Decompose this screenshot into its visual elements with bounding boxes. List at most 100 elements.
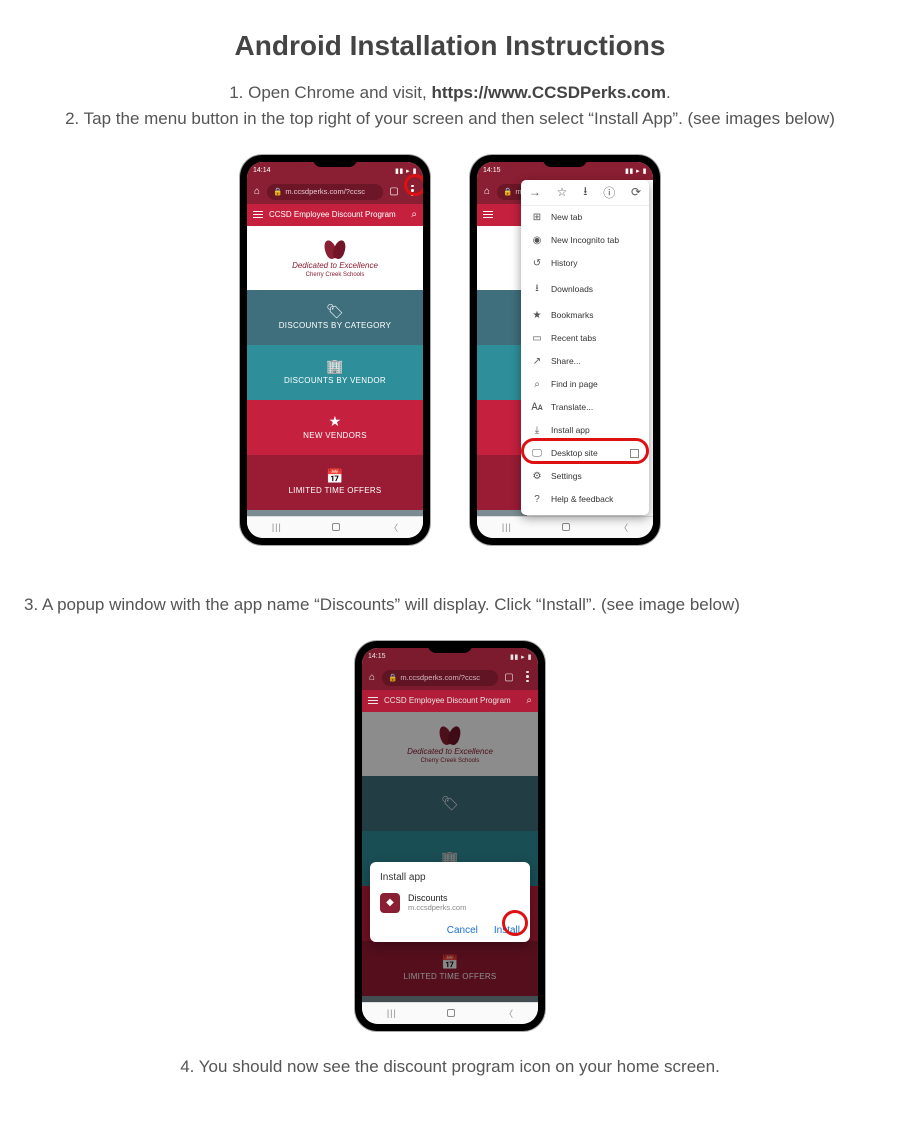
site-header-title: CCSD Employee Discount Program [269, 210, 396, 219]
menu-label: Share... [551, 356, 581, 366]
nav-back-icon[interactable]: 〈 [619, 521, 628, 534]
menu-label: Install app [551, 425, 590, 435]
android-nav-bar: ||| 〈 [247, 516, 423, 538]
page-title: Android Installation Instructions [20, 30, 880, 62]
android-nav-bar: ||| 〈 [362, 1002, 538, 1024]
menu-label: New Incognito tab [551, 235, 619, 245]
phone-screenshot-2: 14:15 ▮▮ ▸ ▮ ⌂ 🔒m DIS D [470, 155, 660, 545]
install-icon: ⤓ [531, 425, 543, 436]
url-bar[interactable]: 🔒 m.ccsdperks.com/?ccsc [267, 184, 383, 200]
search-icon[interactable]: ⌕ [411, 209, 417, 220]
chrome-dropdown-menu: → ☆ ⭳ ⓘ ⟳ ⊞New tab ◉ New Incognito tab ↺ H… [521, 180, 649, 515]
app-icon: ◆ [380, 893, 400, 913]
menu-label: Bookmarks [551, 310, 594, 320]
status-time: 14:15 [483, 167, 501, 174]
find-icon: ⌕ [531, 379, 543, 390]
tile-more[interactable]: ◎ [247, 510, 423, 516]
nav-recent-icon[interactable]: ||| [502, 522, 512, 532]
menu-settings[interactable]: ⚙ Settings [521, 465, 649, 488]
star-icon: ★ [329, 414, 342, 428]
menu-label: New tab [551, 212, 582, 222]
nav-home-icon[interactable] [447, 1009, 455, 1017]
menu-label: History [551, 258, 577, 268]
tile-limited-time[interactable]: 📅 LIMITED TIME OFFERS [247, 455, 423, 510]
status-icons: ▮▮ ▸ ▮ [625, 167, 647, 175]
tile-discounts-category[interactable]: 🏷 DISCOUNTS BY CATEGORY [247, 290, 423, 345]
forward-icon[interactable]: → [529, 185, 541, 199]
menu-label: Translate... [551, 402, 593, 412]
step-1-url: https://www.CCSDPerks.com [431, 83, 666, 102]
url-text: m.ccsdperks.com/?ccsc [285, 184, 365, 200]
menu-incognito[interactable]: ◉ New Incognito tab [521, 229, 649, 252]
dialog-app-name: Discounts [408, 893, 466, 903]
dialog-app-row: ◆ Discounts m.ccsdperks.com [380, 893, 520, 913]
tile-label: LIMITED TIME OFFERS [288, 486, 381, 495]
menu-label: Settings [551, 471, 582, 481]
nav-recent-icon[interactable]: ||| [387, 1008, 397, 1018]
nav-back-icon[interactable]: 〈 [504, 1007, 513, 1020]
download-icon[interactable]: ⭳ [583, 182, 587, 203]
dropdown-toolbar: → ☆ ⭳ ⓘ ⟳ [521, 180, 649, 206]
menu-help[interactable]: ? Help & feedback [521, 488, 649, 511]
hamburger-icon [368, 697, 378, 705]
status-time: 14:14 [253, 167, 271, 174]
chrome-toolbar: ⌂ 🔒 m.ccsdperks.com/?ccsc ▢ [362, 666, 538, 690]
calendar-icon: 📅 [326, 469, 344, 483]
menu-share[interactable]: ↗Share... [521, 350, 649, 373]
bookmark-icon: ★ [531, 310, 543, 321]
refresh-icon[interactable]: ⟳ [631, 185, 641, 199]
tabs-icon[interactable]: ▢ [387, 185, 401, 199]
phone-screenshot-1: 14:14 ▮▮ ▸ ▮ ⌂ 🔒 m.ccsdperks.com/?ccsc ▢… [240, 155, 430, 545]
dialog-app-host: m.ccsdperks.com [408, 903, 466, 912]
nav-home-icon[interactable] [332, 523, 340, 531]
gear-icon: ⚙ [531, 471, 543, 482]
nav-back-icon[interactable]: 〈 [389, 521, 398, 534]
menu-label: Help & feedback [551, 494, 613, 504]
nav-recent-icon[interactable]: ||| [272, 522, 282, 532]
menu-label: Downloads [551, 284, 593, 294]
home-icon: ⌂ [481, 186, 493, 198]
info-icon[interactable]: ⓘ [603, 184, 615, 201]
phone-notch [428, 643, 472, 653]
home-icon: ⌂ [366, 672, 378, 684]
phone-notch [543, 157, 587, 167]
site-header-title: CCSD Employee Discount Program [384, 696, 511, 705]
downloads-icon: ⭳ [531, 281, 543, 298]
menu-label: Find in page [551, 379, 598, 389]
site-header: CCSD Employee Discount Program ⌕ [247, 204, 423, 226]
dialog-title: Install app [380, 872, 520, 883]
logo-line1: Dedicated to Excellence [292, 261, 378, 270]
menu-downloads[interactable]: ⭳ Downloads [521, 275, 649, 304]
step-4: 4. You should now see the discount progr… [20, 1057, 880, 1077]
search-icon: ⌕ [526, 695, 532, 706]
url-bar: 🔒 m.ccsdperks.com/?ccsc [382, 670, 498, 686]
modal-backdrop [362, 712, 538, 1002]
tile-label: DISCOUNTS BY VENDOR [284, 376, 386, 385]
hamburger-icon[interactable] [253, 211, 263, 219]
menu-history[interactable]: ↺ History [521, 252, 649, 275]
menu-translate[interactable]: 🗛Translate... [521, 396, 649, 419]
tile-new-vendors[interactable]: ★ NEW VENDORS [247, 400, 423, 455]
lock-icon: 🔒 [388, 670, 397, 686]
menu-new-tab[interactable]: ⊞New tab [521, 206, 649, 229]
dialog-cancel-button[interactable]: Cancel [447, 925, 478, 936]
nav-home-icon[interactable] [562, 523, 570, 531]
menu-recent-tabs[interactable]: ▭Recent tabs [521, 327, 649, 350]
incognito-icon: ◉ [531, 235, 543, 246]
step-1-suffix: . [666, 83, 671, 102]
step-2: 2. Tap the menu button in the top right … [20, 106, 880, 132]
help-icon: ? [531, 494, 543, 505]
phone-notch [313, 157, 357, 167]
logo-icon [323, 237, 347, 259]
tabs-icon: ▢ [502, 671, 516, 685]
menu-find[interactable]: ⌕ Find in page [521, 373, 649, 396]
recent-tabs-icon: ▭ [531, 333, 543, 344]
home-icon[interactable]: ⌂ [251, 186, 263, 198]
building-icon: 🏢 [326, 359, 344, 373]
phone-screenshot-3: 14:15 ▮▮ ▸ ▮ ⌂ 🔒 m.ccsdperks.com/?ccsc ▢… [355, 641, 545, 1031]
site-content: Dedicated to Excellence Cherry Creek Sch… [362, 712, 538, 1002]
history-icon: ↺ [531, 258, 543, 269]
tile-discounts-vendor[interactable]: 🏢 DISCOUNTS BY VENDOR [247, 345, 423, 400]
menu-bookmarks[interactable]: ★ Bookmarks [521, 304, 649, 327]
star-icon[interactable]: ☆ [557, 185, 568, 199]
